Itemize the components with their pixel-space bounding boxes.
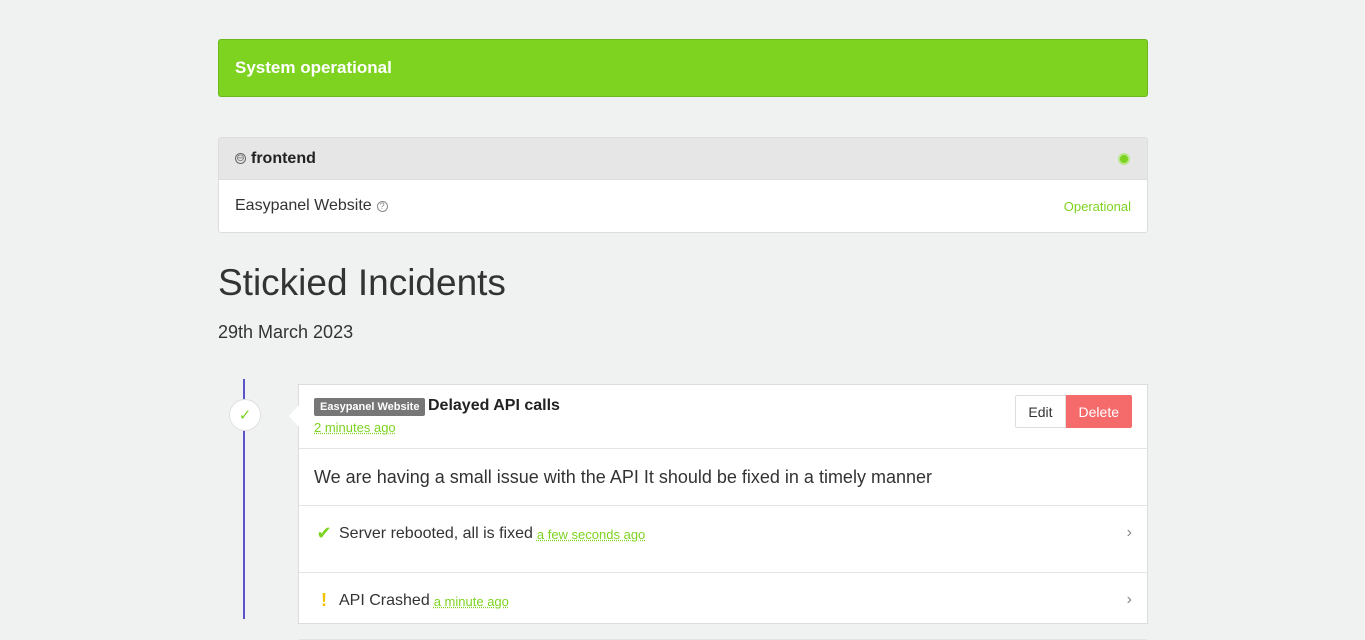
stickied-incidents-title: Stickied Incidents — [218, 262, 506, 303]
incident-date: 29th March 2023 — [218, 322, 354, 342]
group-header[interactable]: ⊖ frontend — [219, 138, 1147, 180]
component-tag: Easypanel Website — [314, 398, 426, 416]
system-status-text: System operational — [235, 58, 392, 77]
help-icon[interactable]: ? — [376, 200, 388, 212]
incident-card: Easypanel Website Delayed API calls 2 mi… — [289, 384, 1148, 640]
incident-actions: Edit Delete — [1015, 395, 1132, 428]
update-text: Server rebooted, all is fixed — [339, 525, 533, 542]
component-status: Operational — [1063, 198, 1131, 214]
collapse-icon[interactable]: ⊖ — [235, 153, 246, 164]
incident-timestamp[interactable]: 2 minutes ago — [314, 420, 396, 435]
system-status-banner: System operational — [218, 39, 1148, 97]
resolved-check-icon: ✓ — [229, 399, 261, 431]
edit-button[interactable]: Edit — [1015, 395, 1066, 428]
incident-header: Easypanel Website Delayed API calls 2 mi… — [299, 385, 1147, 449]
incident-title: Delayed API calls — [428, 397, 560, 414]
group-title: frontend — [251, 149, 316, 167]
group-status-dot-icon — [1118, 153, 1130, 165]
update-timestamp[interactable]: a few seconds ago — [537, 523, 645, 547]
component-group-frontend: ⊖ frontend Easypanel Website ? Operation… — [218, 137, 1148, 233]
chevron-right-icon[interactable]: › — [1127, 591, 1132, 609]
incident-update-row[interactable]: ✔ Server rebooted, all is fixed a few se… — [299, 506, 1147, 573]
exclamation-icon: ! — [321, 590, 327, 610]
chevron-right-icon[interactable]: › — [1127, 524, 1132, 542]
component-row: Easypanel Website ? Operational — [219, 180, 1147, 232]
delete-button[interactable]: Delete — [1065, 395, 1132, 428]
card-pointer — [289, 405, 299, 427]
incident-update-row[interactable]: ! API Crashed a minute ago › — [299, 573, 1147, 640]
incident-message: We are having a small issue with the API… — [299, 449, 1147, 506]
update-text: API Crashed — [339, 592, 430, 609]
update-timestamp[interactable]: a minute ago — [434, 590, 509, 614]
component-name: Easypanel Website — [235, 197, 372, 214]
check-icon: ✔ — [316, 523, 332, 543]
